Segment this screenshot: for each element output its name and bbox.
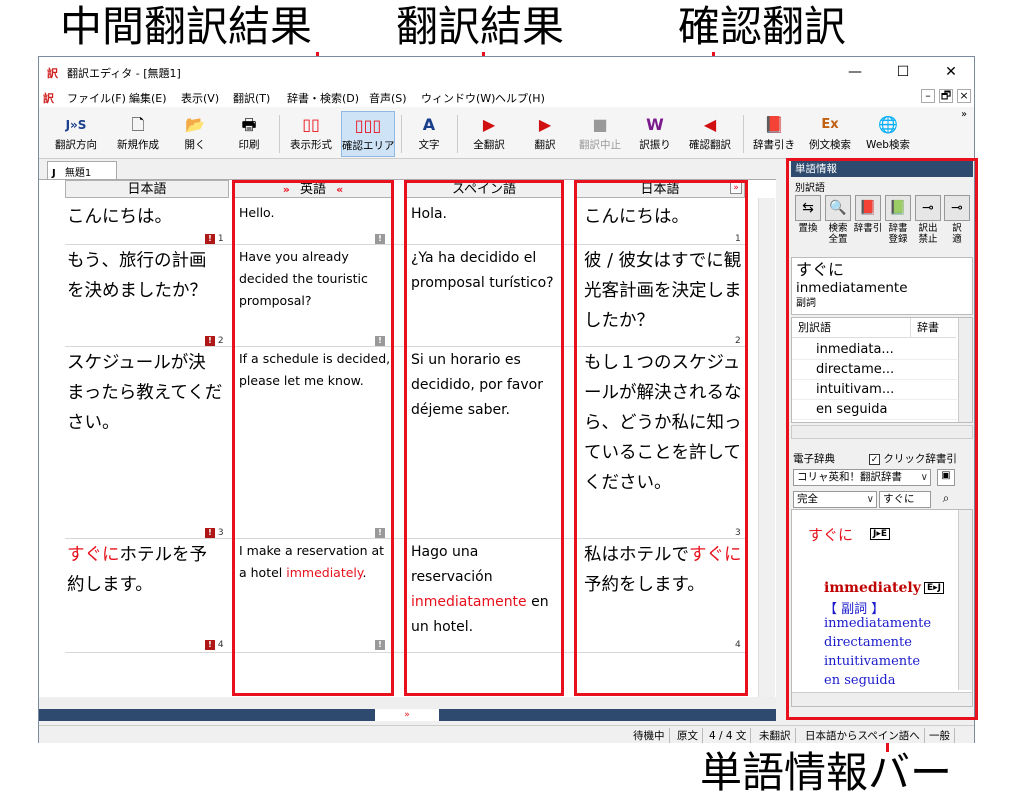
furigana-button[interactable]: W 訳振り	[633, 111, 677, 157]
menu-app-icon: 訳	[43, 92, 54, 105]
menu-bar: 訳 ファイル(F) 編集(E) 表示(V) 翻訳(T) 辞書・検索(D) 音声(…	[39, 87, 974, 107]
example-search-button[interactable]: Ex 例文検索	[803, 111, 857, 157]
menu-edit[interactable]: 編集(E)	[129, 90, 167, 106]
layout-icon: ▯▯	[302, 115, 320, 134]
document-hscrollbar[interactable]	[39, 697, 776, 709]
warning-icon: !	[205, 336, 215, 346]
menu-window[interactable]: ウィンドウ(W)	[421, 90, 495, 106]
all-translate-button[interactable]: ▶ 全翻訳	[465, 111, 513, 157]
column-header-source: 日本語	[65, 180, 229, 198]
row-number: ! 1	[205, 234, 224, 244]
toolbar-separator	[401, 115, 402, 153]
new-button[interactable]: 🗋 新規作成	[111, 111, 165, 157]
row-number: ! 3	[205, 528, 224, 538]
callout-wordbar: 単語情報バー	[700, 748, 953, 797]
toolbar-separator	[457, 115, 458, 153]
web-search-button[interactable]: 🌐 Web検索	[861, 111, 915, 157]
example-icon: Ex	[821, 117, 839, 132]
source-cell[interactable]: すぐにホテルを予約します。	[67, 540, 223, 600]
document-tab[interactable]: J 無題1	[47, 161, 117, 179]
highlight-intermediate	[232, 180, 394, 696]
play-all-icon: ▶	[482, 115, 496, 134]
menu-voice[interactable]: 音声(S)	[369, 90, 407, 106]
play-icon: ▶	[538, 115, 552, 134]
menu-help[interactable]: ヘルプ(H)	[495, 90, 545, 106]
title-bar: 訳 翻訳エディタ - [無題1] — ☐ ✕	[39, 57, 974, 87]
minimize-button[interactable]: —	[839, 61, 871, 83]
menu-view[interactable]: 表示(V)	[181, 90, 219, 106]
open-button[interactable]: 📂 開く	[173, 111, 217, 157]
globe-icon: 🌐	[878, 115, 898, 134]
confirm-area-button[interactable]: ▯▯▯ 確認エリア	[341, 111, 395, 157]
warning-icon: !	[205, 528, 215, 538]
folder-open-icon: 📂	[185, 115, 205, 134]
callout-translation: 翻訳結果	[396, 2, 565, 51]
document-scrollbar[interactable]	[758, 198, 775, 708]
splitter-bar[interactable]: »	[39, 709, 776, 721]
status-count: 4 / 4 文	[705, 728, 752, 743]
layout-button[interactable]: ▯▯ 表示形式	[285, 111, 337, 157]
warning-icon: !	[205, 640, 215, 650]
toolbar-separator	[279, 115, 280, 153]
highlight-word[interactable]: すぐに	[67, 545, 120, 565]
confirm-area-icon: ▯▯▯	[354, 116, 382, 135]
stop-translate-button[interactable]: ■ 翻訳中止	[573, 111, 627, 157]
maximize-button[interactable]: ☐	[887, 61, 919, 83]
source-cell[interactable]: もう、旅行の計画を決めましたか？	[67, 246, 223, 306]
source-cell[interactable]: こんにちは。	[67, 202, 231, 232]
new-file-icon: 🗋	[131, 115, 145, 134]
print-button[interactable]: 🖶 印刷	[227, 111, 271, 157]
dict-lookup-button[interactable]: 📕 辞書引き	[749, 111, 799, 157]
window-title: 翻訳エディタ - [無題1]	[67, 67, 181, 80]
dictionary-icon: 📕	[764, 115, 784, 134]
menu-file[interactable]: ファイル(F)	[67, 90, 126, 106]
mdi-minimize-button[interactable]: –	[921, 89, 935, 103]
source-cell[interactable]: スケジュールが決まったら教えてください。	[67, 348, 223, 438]
confirm-translate-button[interactable]: ◀ 確認翻訳	[683, 111, 737, 157]
toolbar-overflow-icon[interactable]: »	[961, 109, 967, 120]
highlight-wordbar	[786, 158, 978, 720]
furigana-icon: W	[646, 115, 664, 134]
direction-button[interactable]: J»S 翻訳方向	[49, 111, 103, 157]
mdi-close-button[interactable]: ×	[957, 89, 971, 103]
row-number: ! 4	[205, 640, 224, 650]
menu-translate[interactable]: 翻訳(T)	[233, 90, 270, 106]
status-field: 一般	[925, 728, 955, 743]
text-button[interactable]: A 文字	[407, 111, 451, 157]
callout-intermediate: 中間翻訳結果	[60, 2, 313, 51]
warning-icon: !	[205, 234, 215, 244]
status-direction: 日本語からスペイン語へ	[801, 728, 925, 743]
mdi-restore-button[interactable]: 🗗	[939, 89, 953, 103]
status-state: 待機中	[629, 728, 670, 743]
reverse-play-icon: ◀	[703, 115, 717, 134]
printer-icon: 🖶	[241, 115, 257, 134]
callout-confirm: 確認翻訳	[678, 2, 847, 51]
toolbar: J»S 翻訳方向 🗋 新規作成 📂 開く 🖶 印刷 ▯▯ 表示形式 ▯▯▯ 確認…	[39, 107, 974, 159]
translate-button[interactable]: ▶ 翻訳	[523, 111, 567, 157]
status-mode: 原文	[673, 728, 703, 743]
direction-icon: J»S	[65, 118, 87, 132]
menu-dict-search[interactable]: 辞書・検索(D)	[287, 90, 359, 106]
row-number: ! 2	[205, 336, 224, 346]
stop-icon: ■	[592, 115, 608, 134]
status-bar: 待機中 原文 4 / 4 文 未翻訳 日本語からスペイン語へ 一般	[39, 725, 974, 743]
close-button[interactable]: ✕	[935, 61, 967, 83]
toolbar-separator	[743, 115, 744, 153]
highlight-confirm	[574, 180, 748, 696]
status-untranslated: 未翻訳	[755, 728, 796, 743]
app-icon: 訳	[47, 67, 58, 80]
highlight-translation	[404, 180, 564, 696]
expand-up-icon[interactable]: »	[375, 709, 439, 721]
font-icon: A	[422, 115, 436, 134]
